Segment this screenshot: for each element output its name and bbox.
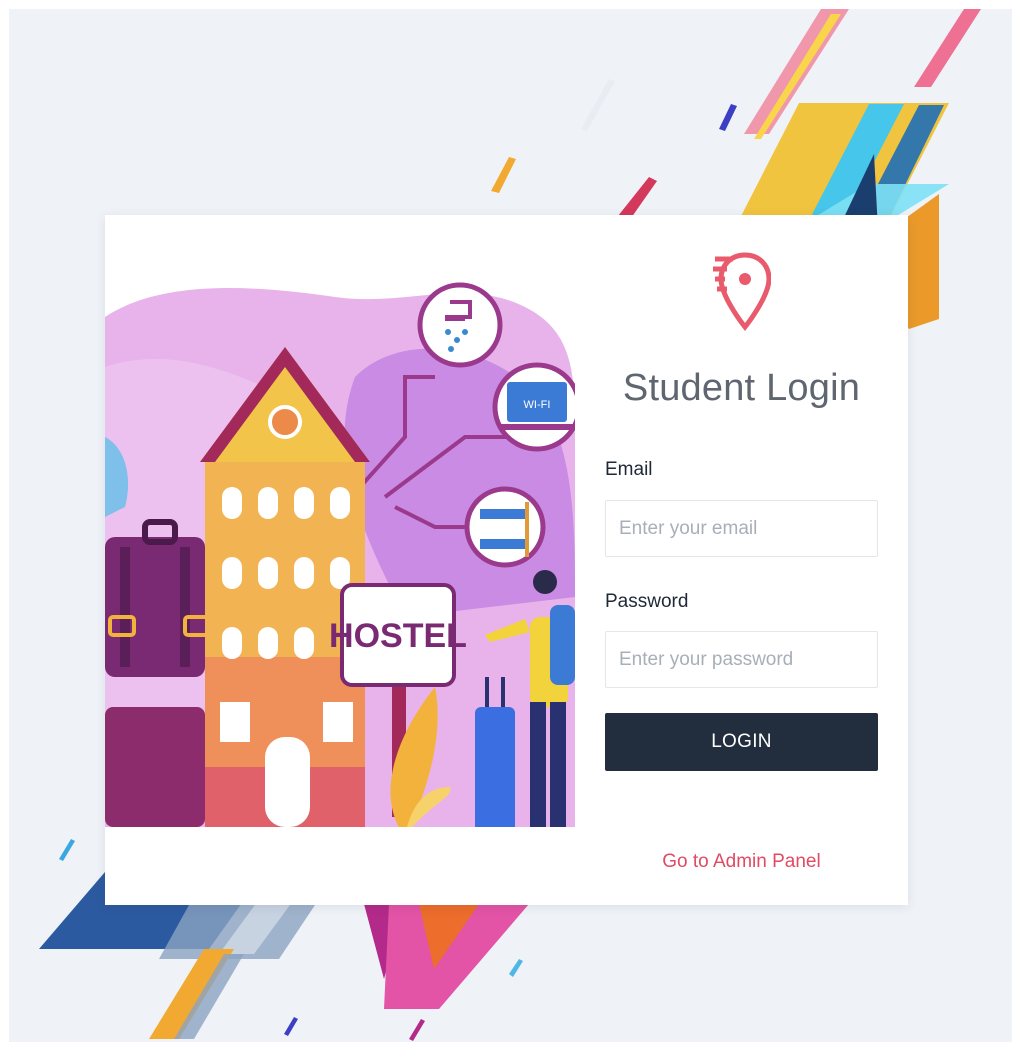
wifi-text: WI-FI bbox=[524, 399, 551, 411]
login-card: HOSTEL WI-FI Student Login Email Enter y… bbox=[105, 215, 908, 905]
location-pin-icon bbox=[713, 252, 771, 332]
login-button[interactable]: LOGIN bbox=[605, 713, 878, 771]
page-title: Student Login bbox=[622, 367, 861, 409]
password-label: Password bbox=[605, 591, 689, 612]
login-form: Student Login Email Password LOGIN Go to… bbox=[605, 215, 878, 905]
hostel-sign-text: HOSTEL bbox=[329, 617, 467, 655]
admin-panel-link[interactable]: Go to Admin Panel bbox=[605, 851, 878, 873]
email-label: Email bbox=[605, 459, 653, 480]
email-input[interactable] bbox=[605, 500, 878, 557]
hostel-illustration: HOSTEL WI-FI bbox=[105, 282, 575, 867]
password-input[interactable] bbox=[605, 631, 878, 688]
